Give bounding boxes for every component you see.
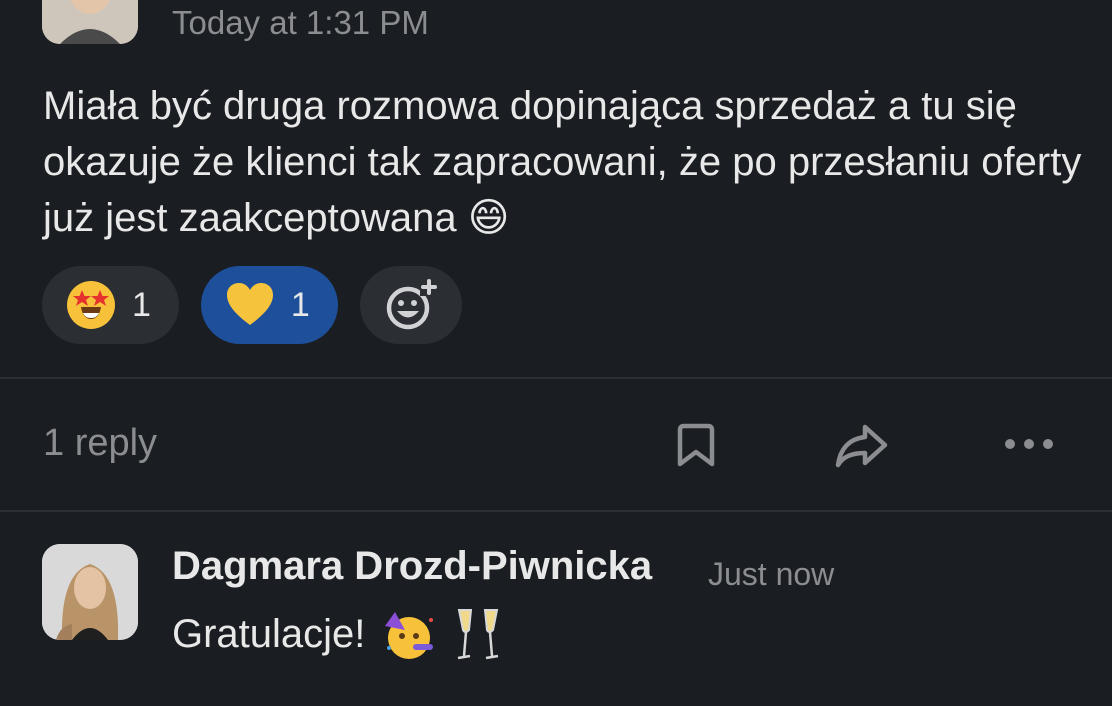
- reply-timestamp[interactable]: Just now: [708, 556, 834, 593]
- slack-thread-view: Today at 1:31 PM Miała być druga rozmowa…: [0, 0, 1112, 706]
- share-icon[interactable]: [834, 422, 890, 468]
- reply-message: Gratulacje!: [172, 604, 503, 664]
- reply-count-link[interactable]: 1 reply: [43, 422, 157, 465]
- partying-face-icon: [385, 612, 434, 659]
- message-body-text: Miała być druga rozmowa dopinająca sprze…: [43, 84, 1082, 240]
- reaction-count: 1: [132, 285, 151, 324]
- reaction-count: 1: [290, 285, 310, 324]
- star-struck-icon: [67, 281, 115, 329]
- divider: [0, 510, 1112, 512]
- add-reaction-icon: [386, 278, 438, 330]
- reactions-bar: 1 1: [42, 266, 462, 344]
- avatar[interactable]: [42, 0, 138, 44]
- reply-avatar[interactable]: [42, 544, 138, 640]
- message-text: Miała być druga rozmowa dopinająca sprze…: [43, 78, 1083, 246]
- champagne-glasses-icon: [458, 609, 499, 660]
- reaction-yellow-heart[interactable]: 1: [200, 266, 338, 344]
- add-reaction-button[interactable]: [359, 266, 462, 344]
- message-timestamp[interactable]: Today at 1:31 PM: [172, 4, 429, 42]
- divider: [0, 377, 1112, 379]
- grinning-face-icon: 😄: [467, 195, 510, 241]
- reply-author-name[interactable]: Dagmara Drozd-Piwnicka: [172, 544, 652, 589]
- reaction-star-struck[interactable]: 1: [42, 266, 179, 344]
- more-icon[interactable]: [1004, 434, 1054, 454]
- reply-text: Gratulacje!: [172, 611, 366, 656]
- bookmark-icon[interactable]: [676, 422, 716, 468]
- yellow-heart-icon: [226, 283, 273, 325]
